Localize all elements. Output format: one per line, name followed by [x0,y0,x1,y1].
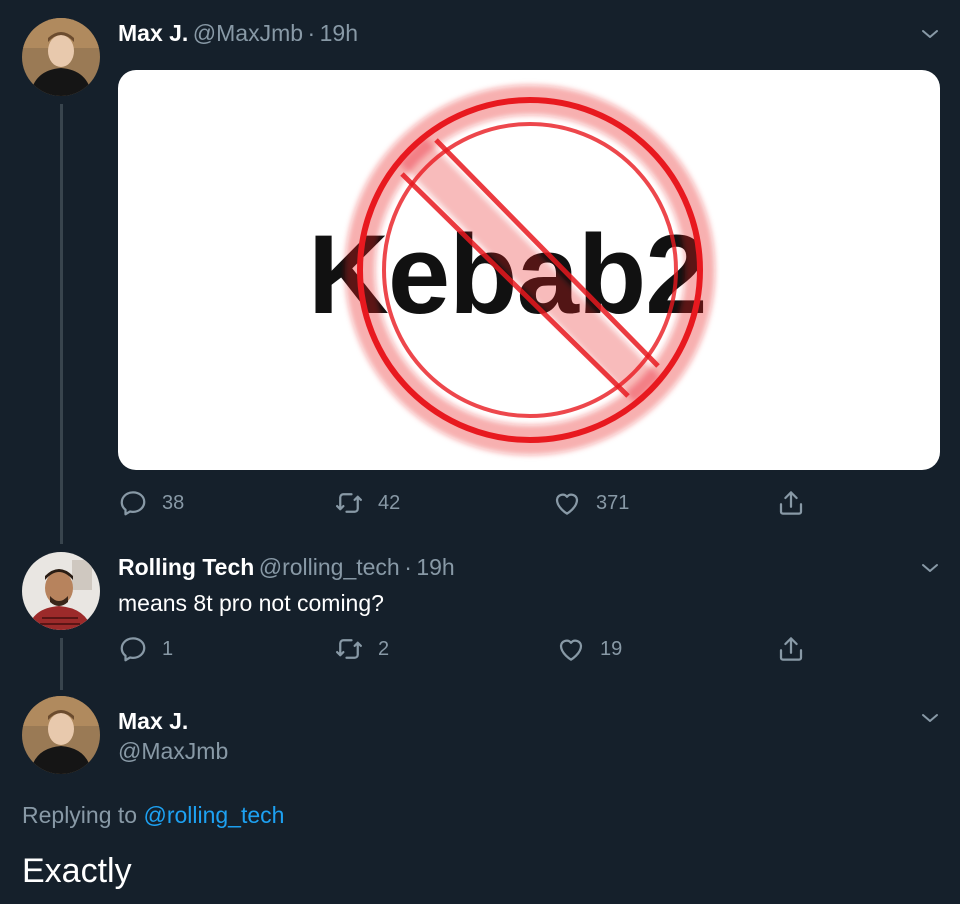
retweet-button[interactable]: 42 [334,488,400,518]
separator: · [307,20,316,46]
share-icon [776,634,806,664]
display-name[interactable]: Rolling Tech [118,554,254,580]
reply-count: 1 [162,637,174,660]
reply-count: 38 [162,491,185,514]
replying-to: Replying to @rolling_tech [22,802,284,829]
chevron-down-icon[interactable] [918,706,942,730]
avatar-image [22,696,100,774]
retweet-count: 42 [378,491,401,514]
tweet-text: Exactly [22,852,132,890]
display-name[interactable]: Max J. [118,20,188,46]
retweet-count: 2 [378,637,390,660]
timestamp[interactable]: 19h [416,554,454,580]
share-button[interactable] [776,634,806,664]
like-button[interactable]: 19 [556,634,622,664]
thread-line [60,104,63,544]
replying-handle-link[interactable]: @rolling_tech [143,802,284,828]
reply-button[interactable]: 1 [118,634,173,664]
tweet-media[interactable]: Kebab2 [118,70,940,470]
avatar[interactable] [22,18,100,96]
tweet-header: Rolling Tech @rolling_tech · 19h [118,554,455,581]
reply-button[interactable]: 38 [118,488,184,518]
avatar-image [22,552,100,630]
separator: · [404,554,412,580]
reply-icon [118,488,148,518]
avatar[interactable] [22,552,100,630]
retweet-icon [334,488,364,518]
timestamp[interactable]: 19h [320,20,358,46]
display-name[interactable]: Max J. [118,708,188,735]
user-handle[interactable]: @MaxJmb [118,738,228,765]
share-icon [776,488,806,518]
like-count: 19 [600,637,623,660]
like-icon [556,634,586,664]
thread-line [60,638,63,690]
reply-icon [118,634,148,664]
user-handle[interactable]: @MaxJmb [193,20,303,46]
retweet-button[interactable]: 2 [334,634,389,664]
user-handle[interactable]: @rolling_tech [259,554,400,580]
avatar-image [22,18,100,96]
tweet-header: Max J. @MaxJmb · 19h [118,20,358,47]
retweet-icon [334,634,364,664]
chevron-down-icon[interactable] [918,556,942,580]
like-count: 371 [596,491,630,514]
avatar[interactable] [22,696,100,774]
like-icon [552,488,582,518]
replying-prefix: Replying to [22,802,138,828]
share-button[interactable] [776,488,806,518]
chevron-down-icon[interactable] [918,22,942,46]
prohibition-sign-icon [345,85,715,455]
like-button[interactable]: 371 [552,488,629,518]
tweet-text: means 8t pro not coming? [118,590,384,616]
